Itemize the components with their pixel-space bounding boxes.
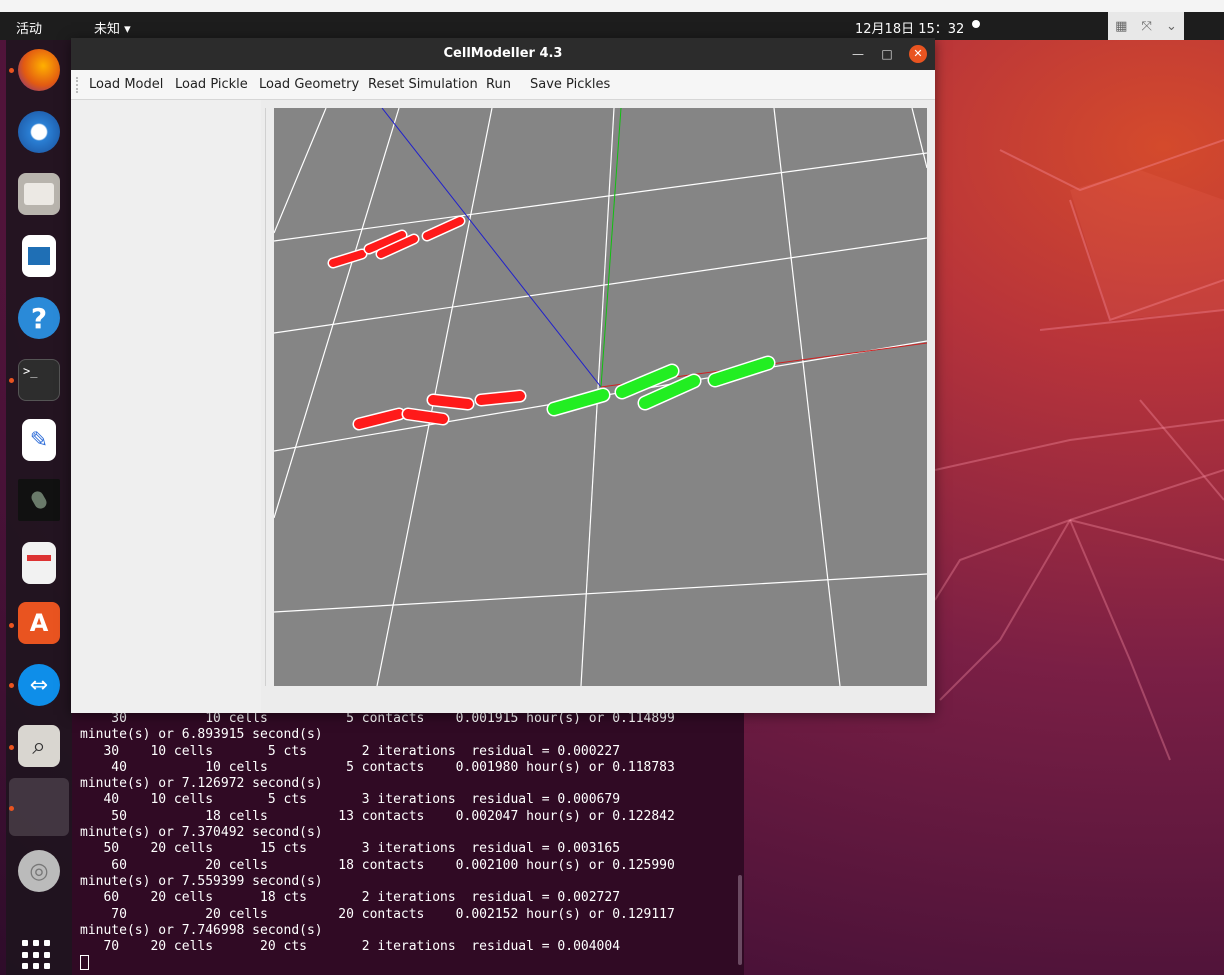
app-menu[interactable]: 未知 ▾ (94, 18, 131, 37)
document-viewer-icon[interactable] (22, 542, 56, 584)
toolbar-grip[interactable] (76, 77, 80, 93)
red-cell (352, 407, 406, 431)
z-axis (381, 108, 602, 388)
writer-icon[interactable] (22, 235, 56, 277)
terminal-line: 60 20 cells 18 cts 2 iterations residual… (80, 890, 621, 906)
terminal-output[interactable]: 30 10 cells 5 contacts 0.001915 hour(s) … (72, 700, 744, 975)
terminal-line: 30 10 cells 5 cts 2 iterations residual … (80, 743, 621, 759)
terminal-line: 50 20 cells 15 cts 3 iterations residual… (80, 841, 621, 857)
window-titlebar[interactable]: CellModeller 4.3 — □ ✕ (71, 38, 935, 70)
terminal-scrollbar[interactable] (738, 875, 742, 965)
red-cell (421, 215, 466, 242)
cellmodeller-window: CellModeller 4.3 — □ ✕ Load Model Load P… (71, 38, 935, 713)
search-tool-icon[interactable]: ⌕ (18, 725, 60, 767)
panel-splitter[interactable] (265, 108, 267, 686)
running-indicator (9, 68, 14, 73)
save-pickles-button[interactable]: Save Pickles (530, 77, 610, 92)
terminal-line: minute(s) or 7.559399 second(s) (80, 873, 323, 889)
y-axis (600, 108, 622, 388)
dock: ? >_ ✎ A ⇔ ⌕ ◎ (6, 40, 72, 975)
running-indicator (9, 378, 14, 383)
firefox-icon[interactable] (18, 49, 60, 91)
terminal-line: 70 20 cells 20 contacts 0.002152 hour(s)… (80, 906, 675, 922)
thunderbird-icon[interactable] (18, 111, 60, 153)
corner-widget[interactable]: ▦ ⤧ ⌄ (1108, 12, 1184, 40)
minimize-icon[interactable]: — (849, 45, 867, 63)
teamviewer-icon[interactable]: ⇔ (18, 664, 60, 706)
run-button[interactable]: Run (486, 77, 511, 92)
terminal-line: 70 20 cells 20 cts 2 iterations residual… (80, 939, 621, 955)
terminal-line: 60 20 cells 18 contacts 0.002100 hour(s)… (80, 857, 675, 873)
software-center-icon[interactable]: A (18, 602, 60, 644)
notification-dot (972, 20, 980, 28)
terminal-icon[interactable]: >_ (18, 359, 60, 401)
grid-icon[interactable]: ▦ (1115, 19, 1127, 34)
close-icon[interactable]: ✕ (909, 45, 927, 63)
show-applications-icon[interactable] (22, 940, 52, 970)
text-editor-icon[interactable]: ✎ (22, 419, 56, 461)
maximize-icon[interactable]: □ (878, 45, 896, 63)
fullscreen-icon[interactable]: ⤧ (1141, 19, 1151, 34)
load-geometry-button[interactable]: Load Geometry (259, 77, 359, 92)
running-indicator (9, 683, 14, 688)
image-viewer-icon[interactable] (18, 479, 60, 521)
window-title: CellModeller 4.3 (443, 46, 563, 61)
running-indicator (9, 623, 14, 628)
side-panel (71, 100, 261, 713)
clock[interactable]: 12月18日 15：32 (855, 18, 964, 37)
terminal-line: minute(s) or 7.126972 second(s) (80, 776, 323, 792)
load-pickle-button[interactable]: Load Pickle (175, 77, 248, 92)
files-icon[interactable] (18, 173, 60, 215)
activities-button[interactable]: 活动 (16, 18, 42, 37)
red-cell (401, 407, 450, 426)
chevron-down-icon[interactable]: ⌄ (1166, 19, 1177, 34)
red-cell (474, 389, 527, 407)
running-indicator (9, 745, 14, 750)
disc-icon[interactable]: ◎ (18, 850, 60, 892)
terminal-line: minute(s) or 7.746998 second(s) (80, 922, 323, 938)
active-app-icon[interactable] (18, 786, 60, 828)
terminal-line: 30 10 cells 5 contacts 0.001915 hour(s) … (80, 711, 675, 726)
screen-top-strip (0, 0, 1224, 12)
reset-simulation-button[interactable]: Reset Simulation (368, 77, 478, 92)
red-cell (426, 393, 475, 411)
green-cell (546, 387, 611, 417)
terminal-line: minute(s) or 6.893915 second(s) (80, 727, 323, 743)
red-cells (327, 215, 527, 431)
load-model-button[interactable]: Load Model (89, 77, 163, 92)
menu-bar: Load Model Load Pickle Load Geometry Res… (71, 70, 935, 100)
red-cell (327, 248, 368, 269)
terminal-line: minute(s) or 7.370492 second(s) (80, 825, 323, 841)
green-cell (707, 355, 776, 388)
simulation-viewport[interactable] (274, 108, 927, 686)
running-indicator (9, 806, 14, 811)
terminal-line: 40 10 cells 5 cts 3 iterations residual … (80, 792, 621, 808)
scene-svg (274, 108, 927, 686)
terminal-line: 50 18 cells 13 contacts 0.002047 hour(s)… (80, 808, 675, 824)
terminal-cursor (80, 955, 89, 971)
terminal-line: 40 10 cells 5 contacts 0.001980 hour(s) … (80, 759, 675, 775)
top-bar: 活动 未知 ▾ 12月18日 15：32 ▦ ⤧ ⌄ (0, 12, 1224, 40)
help-icon[interactable]: ? (18, 297, 60, 339)
